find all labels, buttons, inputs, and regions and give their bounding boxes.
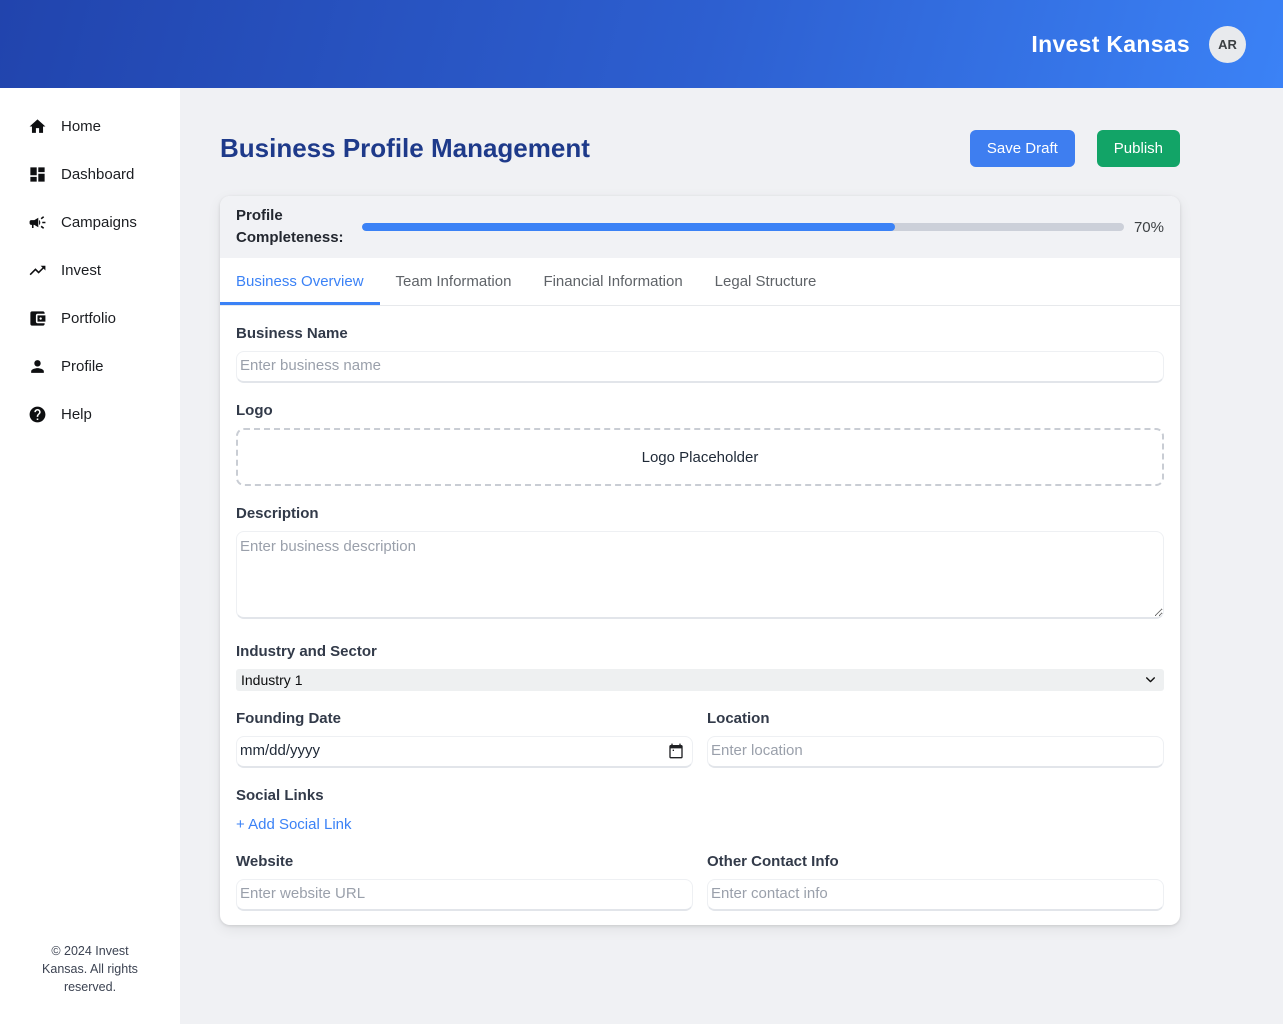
- location-label: Location: [707, 710, 1164, 727]
- progress-fill: [362, 223, 895, 231]
- sidebar-item-label: Campaigns: [61, 214, 137, 231]
- home-icon: [28, 117, 47, 136]
- other-contact-input[interactable]: [707, 879, 1164, 911]
- user-avatar[interactable]: AR: [1209, 26, 1246, 63]
- description-textarea[interactable]: [236, 531, 1164, 619]
- location-input[interactable]: [707, 736, 1164, 768]
- sidebar-item-label: Home: [61, 118, 101, 135]
- logo-label: Logo: [236, 402, 1164, 419]
- sidebar-footer: © 2024 Invest Kansas. All rights reserve…: [0, 942, 180, 1024]
- megaphone-icon: [28, 213, 47, 232]
- description-label: Description: [236, 505, 1164, 522]
- sidebar-item-help[interactable]: Help: [0, 390, 180, 438]
- industry-field: Industry and Sector Industry 1: [236, 643, 1164, 691]
- website-contact-row: Website Other Contact Info: [236, 853, 1164, 911]
- main-content: Business Profile Management Save Draft P…: [180, 88, 1283, 925]
- sidebar-item-profile[interactable]: Profile: [0, 342, 180, 390]
- wallet-icon: [28, 309, 47, 328]
- copyright-text: © 2024 Invest Kansas. All rights reserve…: [38, 942, 142, 996]
- business-overview-form: Business Name Logo Logo Placeholder Desc…: [220, 306, 1180, 925]
- description-field: Description: [236, 505, 1164, 624]
- logo-field: Logo Logo Placeholder: [236, 402, 1164, 486]
- location-field: Location: [707, 710, 1164, 768]
- social-links-label: Social Links: [236, 787, 1164, 804]
- completeness-percent: 70%: [1132, 219, 1164, 236]
- sidebar-item-dashboard[interactable]: Dashboard: [0, 150, 180, 198]
- sidebar: Home Dashboard Campaigns Invest Portfoli…: [0, 88, 180, 1024]
- other-contact-label: Other Contact Info: [707, 853, 1164, 870]
- tab-team-information[interactable]: Team Information: [380, 258, 528, 305]
- other-contact-field: Other Contact Info: [707, 853, 1164, 911]
- page-header: Business Profile Management Save Draft P…: [220, 130, 1180, 167]
- industry-label: Industry and Sector: [236, 643, 1164, 660]
- sidebar-item-campaigns[interactable]: Campaigns: [0, 198, 180, 246]
- date-location-row: Founding Date mm/dd/yyyy Location: [236, 710, 1164, 768]
- profile-tabs: Business Overview Team Information Finan…: [220, 258, 1180, 306]
- website-input[interactable]: [236, 879, 693, 911]
- logo-upload-area[interactable]: Logo Placeholder: [236, 428, 1164, 486]
- sidebar-item-label: Invest: [61, 262, 101, 279]
- founding-date-input[interactable]: mm/dd/yyyy: [236, 736, 693, 768]
- person-icon: [28, 357, 47, 376]
- founding-date-label: Founding Date: [236, 710, 693, 727]
- tab-business-overview[interactable]: Business Overview: [220, 258, 380, 305]
- sidebar-item-home[interactable]: Home: [0, 102, 180, 150]
- sidebar-item-portfolio[interactable]: Portfolio: [0, 294, 180, 342]
- profile-completeness-section: Profile Completeness: 70%: [220, 196, 1180, 258]
- app-header: Invest Kansas AR: [0, 0, 1283, 88]
- app-brand: Invest Kansas: [1031, 31, 1190, 58]
- tab-legal-structure[interactable]: Legal Structure: [699, 258, 833, 305]
- completeness-label: Profile Completeness:: [236, 205, 346, 249]
- sidebar-item-invest[interactable]: Invest: [0, 246, 180, 294]
- tab-financial-information[interactable]: Financial Information: [527, 258, 698, 305]
- business-name-label: Business Name: [236, 325, 1164, 342]
- profile-card: Profile Completeness: 70% Business Overv…: [220, 196, 1180, 925]
- website-label: Website: [236, 853, 693, 870]
- calendar-icon[interactable]: [668, 743, 684, 759]
- page-actions: Save Draft Publish: [970, 130, 1180, 167]
- trending-up-icon: [28, 261, 47, 280]
- dashboard-icon: [28, 165, 47, 184]
- add-social-link[interactable]: + Add Social Link: [236, 816, 352, 833]
- sidebar-item-label: Dashboard: [61, 166, 134, 183]
- social-links-field: Social Links + Add Social Link: [236, 787, 1164, 834]
- help-icon: [28, 405, 47, 424]
- sidebar-item-label: Profile: [61, 358, 104, 375]
- business-name-field: Business Name: [236, 325, 1164, 383]
- completeness-progress-bar: [362, 223, 1124, 231]
- sidebar-item-label: Portfolio: [61, 310, 116, 327]
- website-field: Website: [236, 853, 693, 911]
- publish-button[interactable]: Publish: [1097, 130, 1180, 167]
- sidebar-item-label: Help: [61, 406, 92, 423]
- page-title: Business Profile Management: [220, 133, 590, 164]
- founding-date-value: mm/dd/yyyy: [240, 742, 320, 759]
- logo-placeholder-text: Logo Placeholder: [642, 449, 759, 466]
- save-draft-button[interactable]: Save Draft: [970, 130, 1075, 167]
- founding-date-field: Founding Date mm/dd/yyyy: [236, 710, 693, 768]
- business-name-input[interactable]: [236, 351, 1164, 383]
- industry-select[interactable]: Industry 1: [236, 669, 1164, 691]
